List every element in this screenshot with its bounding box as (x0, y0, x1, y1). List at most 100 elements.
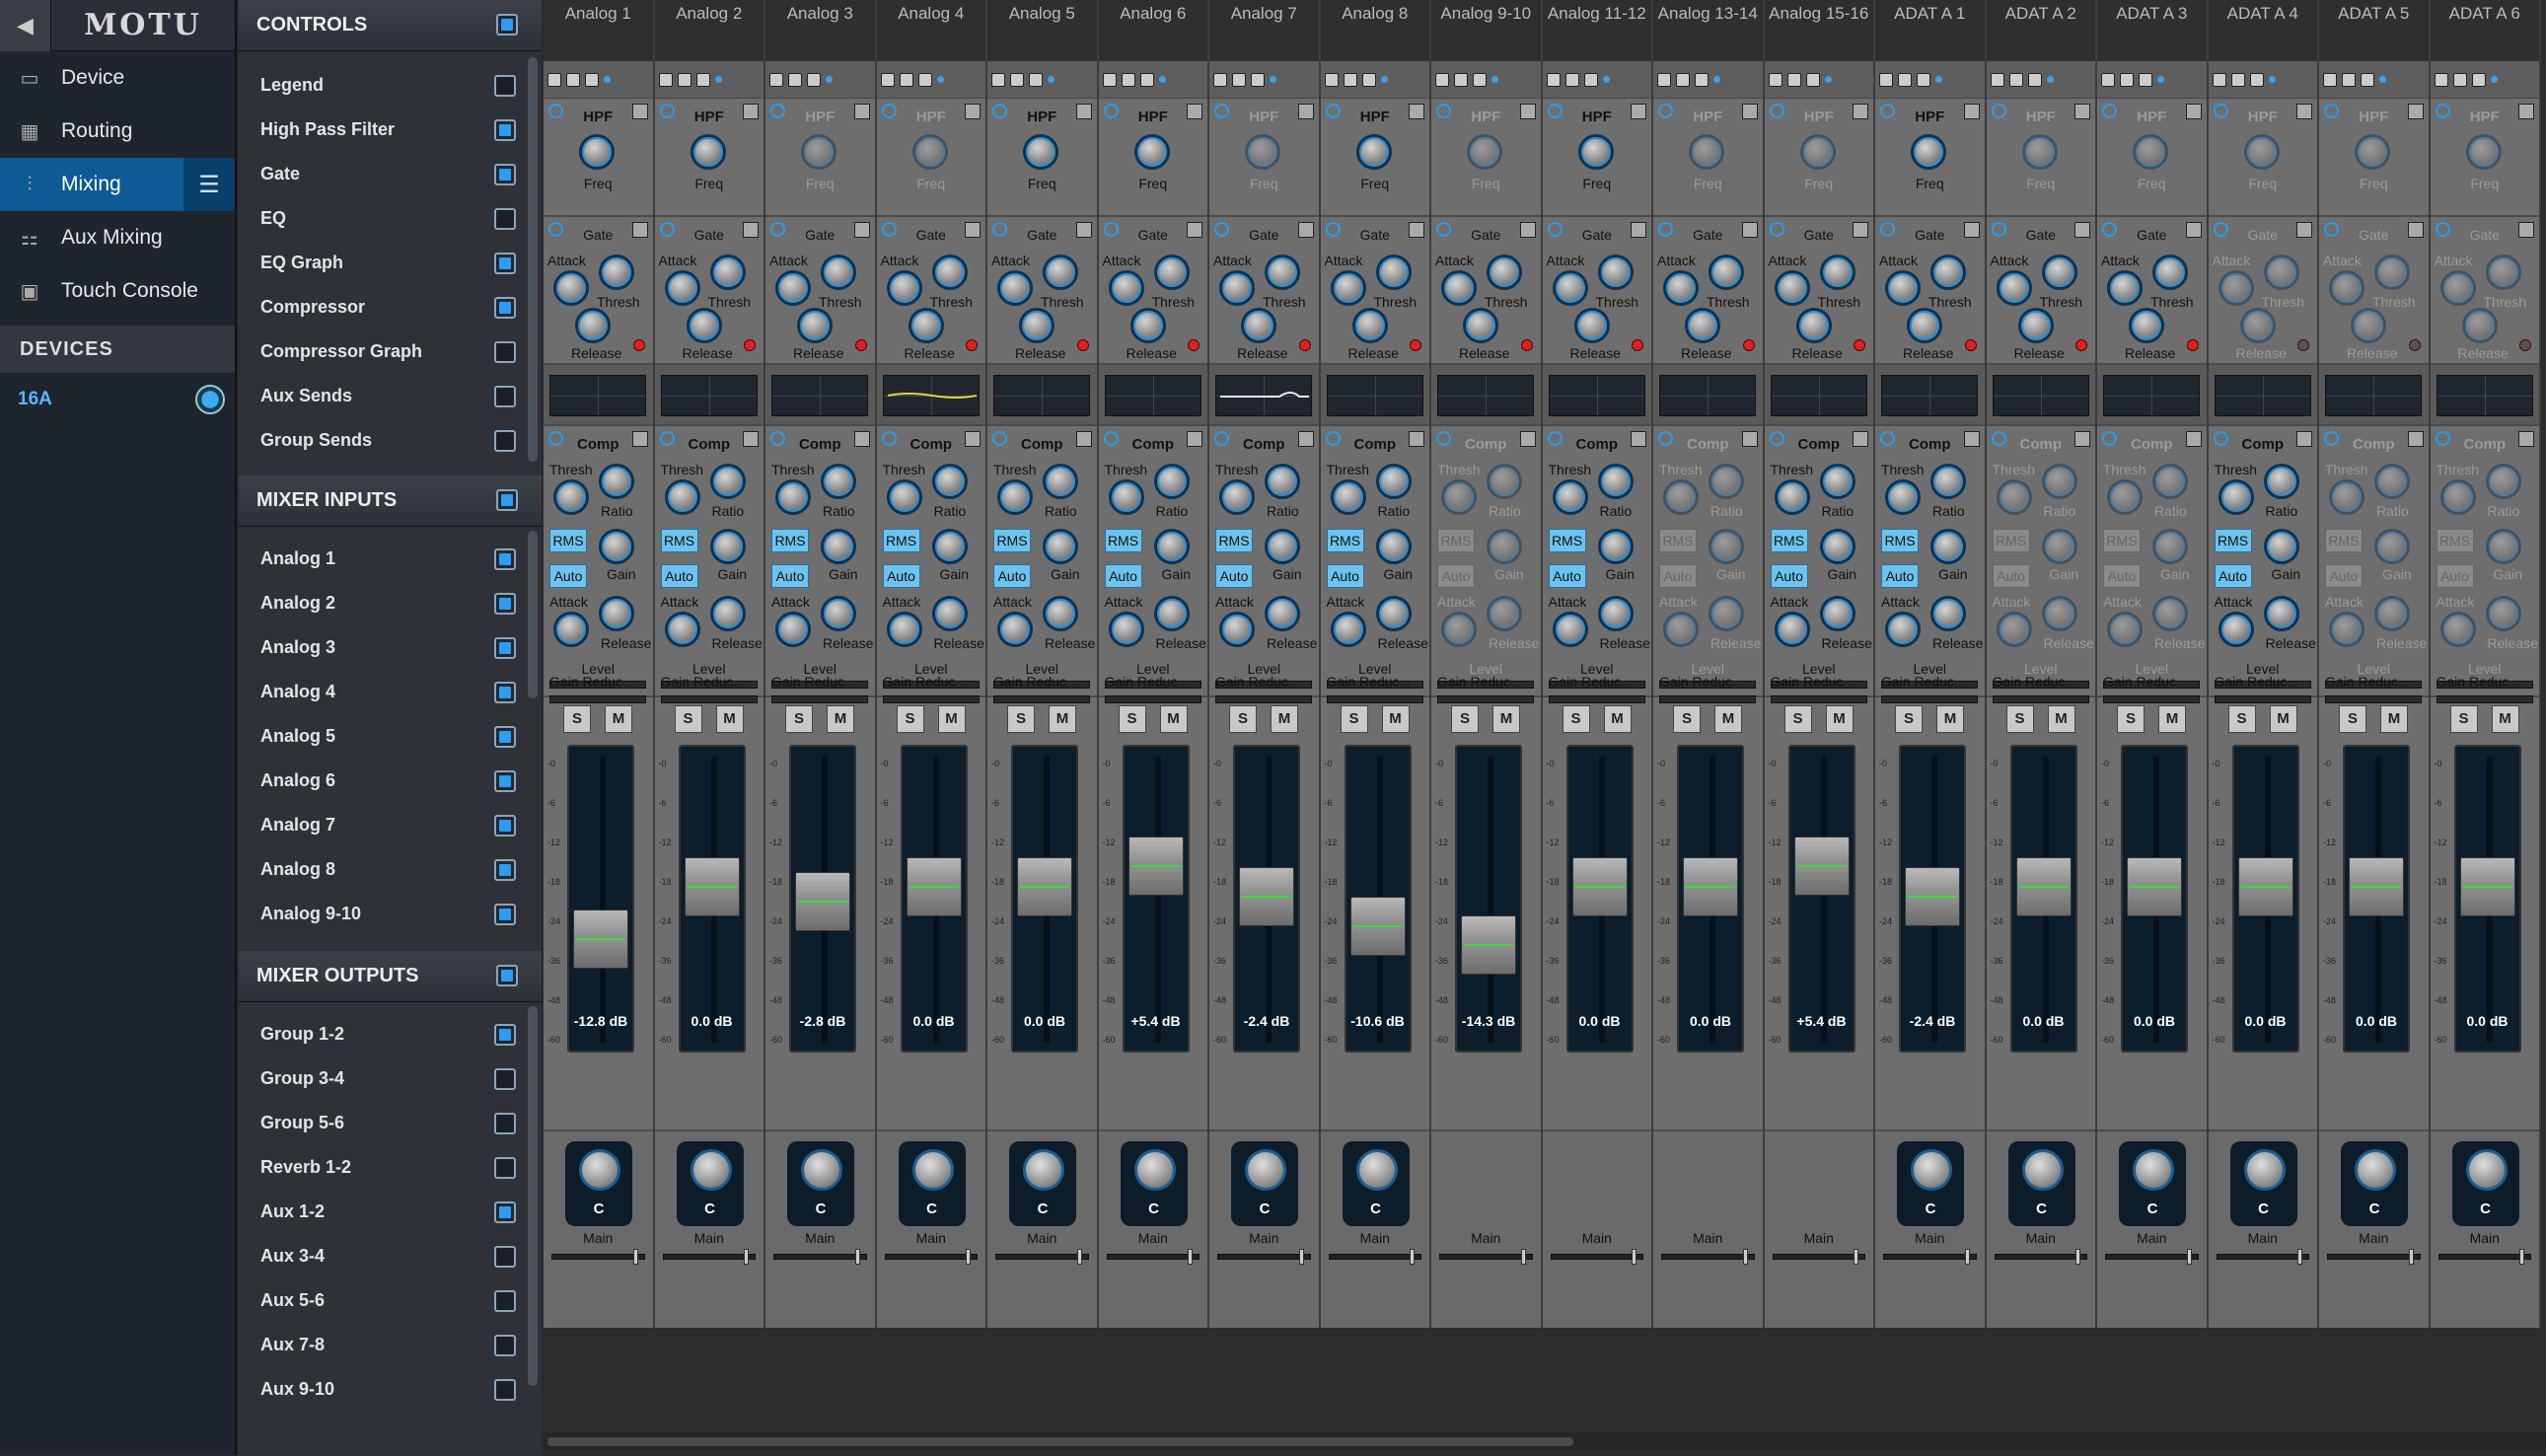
comp-release-knob[interactable] (709, 596, 746, 631)
main-send-slider[interactable] (1328, 1249, 1421, 1265)
pan-knob[interactable] (2243, 1149, 2286, 1191)
freq-knob[interactable] (911, 134, 948, 170)
list-item-checkbox[interactable] (494, 1157, 516, 1179)
fader-cap[interactable] (2459, 856, 2515, 916)
comp-ratio-knob[interactable] (1265, 464, 1300, 499)
pan-knob[interactable] (1245, 1149, 1286, 1191)
gate-release-knob[interactable] (2351, 308, 2386, 343)
eq-graph[interactable] (2103, 375, 2200, 416)
fader-track[interactable] (1233, 745, 1300, 1053)
main-send-slider[interactable] (1439, 1249, 1533, 1265)
fader-cap[interactable] (1461, 915, 1516, 976)
eq-graph[interactable] (2436, 375, 2533, 416)
comp-attack-knob[interactable] (886, 612, 922, 647)
auto-button[interactable]: Auto (2325, 564, 2363, 588)
nav-item-device[interactable]: ▭ Device (0, 51, 235, 105)
auto-button[interactable]: Auto (549, 564, 587, 588)
settings-icon[interactable] (2434, 72, 2448, 87)
main-send-slider[interactable] (1550, 1249, 1643, 1265)
comp-attack-knob[interactable] (775, 612, 811, 647)
fader-cap[interactable] (2015, 856, 2072, 916)
freq-knob[interactable] (579, 134, 615, 170)
main-send-slider[interactable] (2437, 1249, 2531, 1265)
pan-control[interactable]: C (1231, 1141, 1298, 1226)
list-item-checkbox[interactable] (494, 1290, 516, 1312)
mute-button[interactable]: M (2491, 705, 2519, 733)
routing-icon[interactable] (2008, 72, 2023, 87)
fader-cap[interactable] (684, 856, 740, 916)
device-radio[interactable] (195, 385, 225, 414)
comp-gain-knob[interactable] (1153, 529, 1190, 564)
comp-gain-knob[interactable] (1043, 529, 1078, 564)
list-item[interactable]: Aux 1-2 (239, 1190, 542, 1234)
list-item-checkbox[interactable] (494, 1379, 516, 1401)
grid-icon[interactable] (2139, 72, 2152, 87)
solo-button[interactable]: S (1451, 705, 1479, 733)
gate-release-knob[interactable] (908, 308, 944, 343)
list-item-checkbox[interactable] (494, 637, 516, 659)
comp-ratio-knob[interactable] (599, 464, 634, 499)
comp-gain-knob[interactable] (2152, 529, 2188, 564)
eq-graph[interactable] (549, 375, 646, 416)
comp-release-knob[interactable] (821, 596, 856, 631)
comp-thresh-knob[interactable] (1108, 479, 1144, 515)
gate-release-knob[interactable] (1685, 308, 1720, 343)
freq-knob[interactable] (801, 134, 837, 170)
freq-knob[interactable] (2355, 134, 2390, 170)
gate-attack-knob[interactable] (1219, 270, 1255, 306)
list-item[interactable]: Analog 1 (239, 537, 542, 581)
send-slider-thumb[interactable] (1076, 1249, 1082, 1265)
pan-control[interactable]: C (676, 1141, 744, 1226)
list-item-checkbox[interactable] (494, 682, 516, 703)
list-item[interactable]: Group Sends (239, 418, 542, 463)
solo-button[interactable]: S (2227, 705, 2256, 733)
grid-icon[interactable] (917, 72, 932, 87)
comp-release-knob[interactable] (599, 596, 634, 631)
comp-thresh-knob[interactable] (2218, 479, 2254, 515)
gate-thresh-knob[interactable] (1153, 255, 1190, 290)
fader-track[interactable] (1899, 745, 1966, 1053)
gate-thresh-knob[interactable] (1709, 255, 1744, 290)
solo-button[interactable]: S (674, 705, 702, 733)
fader-cap[interactable] (2127, 856, 2182, 916)
eq-graph[interactable] (1659, 375, 1756, 416)
grid-icon[interactable] (2471, 72, 2486, 87)
rms-button[interactable]: RMS (2214, 529, 2252, 552)
main-send-slider[interactable] (2327, 1249, 2421, 1265)
fader-cap[interactable] (1349, 897, 1406, 957)
pan-knob[interactable] (2355, 1149, 2396, 1191)
list-item[interactable]: Analog 4 (239, 670, 542, 714)
list-item-checkbox[interactable] (494, 1024, 516, 1046)
main-send-slider[interactable] (1994, 1249, 2087, 1265)
rms-button[interactable]: RMS (1104, 529, 1142, 552)
eq-graph[interactable] (1215, 375, 1312, 416)
gate-thresh-knob[interactable] (931, 255, 968, 290)
settings-icon[interactable] (2323, 72, 2337, 87)
list-item-checkbox[interactable] (494, 341, 516, 363)
mute-button[interactable]: M (1714, 705, 1742, 733)
solo-button[interactable]: S (1229, 705, 1257, 733)
grid-icon[interactable] (1029, 72, 1043, 87)
auto-button[interactable]: Auto (2103, 564, 2141, 588)
eq-graph[interactable] (1548, 375, 1645, 416)
comp-attack-knob[interactable] (2439, 612, 2476, 647)
solo-button[interactable]: S (2449, 705, 2478, 733)
pan-knob[interactable] (1133, 1149, 1176, 1191)
fader-track[interactable] (1455, 745, 1522, 1053)
controls-all-checkbox[interactable] (496, 14, 518, 36)
comp-release-knob[interactable] (931, 596, 968, 631)
fader-cap[interactable] (2237, 856, 2293, 916)
list-item[interactable]: Compressor (239, 285, 542, 329)
grid-icon[interactable] (2249, 72, 2264, 87)
mute-button[interactable]: M (937, 705, 966, 733)
gate-attack-knob[interactable] (1996, 270, 2032, 306)
grid-icon[interactable] (2361, 72, 2374, 87)
fader-track[interactable] (1344, 745, 1412, 1053)
gate-attack-knob[interactable] (775, 270, 811, 306)
rms-button[interactable]: RMS (882, 529, 920, 552)
comp-ratio-knob[interactable] (1375, 464, 1412, 499)
routing-icon[interactable] (1121, 72, 1135, 87)
pan-control[interactable]: C (565, 1141, 632, 1226)
main-send-slider[interactable] (1106, 1249, 1200, 1265)
gate-attack-knob[interactable] (886, 270, 922, 306)
